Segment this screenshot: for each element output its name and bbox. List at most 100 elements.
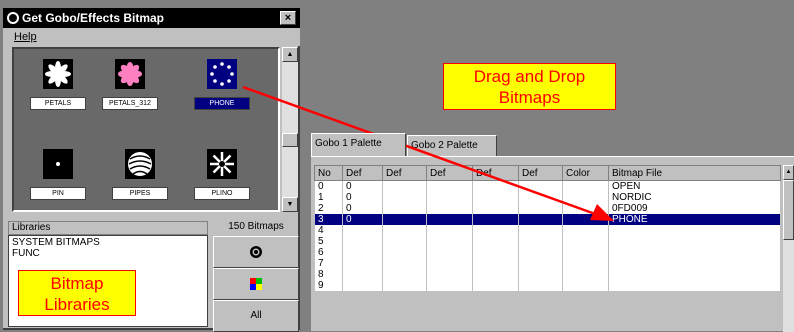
row-number-cell[interactable]: 4 [314,225,343,236]
def-cell[interactable] [472,258,519,269]
def-cell[interactable] [382,203,427,214]
def-cell[interactable] [562,269,609,280]
bitmap-file-cell[interactable]: OPEN [608,180,781,192]
window-titlebar[interactable]: Get Gobo/Effects Bitmap × [3,8,300,28]
bitmap-grid-scrollbar[interactable]: ▲ ▼ [282,47,298,212]
row-number-cell[interactable]: 8 [314,269,343,280]
def-cell[interactable] [562,258,609,269]
def-cell[interactable]: 0 [342,192,383,203]
row-number-cell[interactable]: 5 [314,236,343,247]
row-number-cell[interactable]: 6 [314,247,343,258]
library-item[interactable]: SYSTEM BITMAPS [12,237,204,248]
gobo-plino[interactable]: PLINO [192,149,252,203]
bitmap-file-cell[interactable]: NORDIC [608,192,781,203]
def-cell[interactable] [472,247,519,258]
def-cell[interactable] [426,180,473,192]
gobo-pipes[interactable]: PIPES [110,149,170,203]
def-cell[interactable] [342,225,383,236]
menu-help[interactable]: Help [3,28,300,46]
column-header[interactable]: Def [518,165,563,181]
library-item[interactable]: FUNC [12,248,204,259]
def-cell[interactable] [382,236,427,247]
column-header[interactable]: Def [382,165,427,181]
def-cell[interactable] [426,203,473,214]
def-cell[interactable] [342,258,383,269]
bitmap-file-cell[interactable]: 0FD009 [608,203,781,214]
def-cell[interactable] [518,247,563,258]
def-cell[interactable]: 0 [342,203,383,214]
def-cell[interactable] [342,280,383,291]
def-cell[interactable] [426,258,473,269]
gobo-petals-312[interactable]: PETALS_312 [100,59,160,113]
def-cell[interactable] [518,225,563,236]
scroll-thumb[interactable] [282,133,298,147]
def-cell[interactable] [426,225,473,236]
def-cell[interactable] [342,269,383,280]
def-cell[interactable] [518,269,563,280]
def-cell[interactable] [382,225,427,236]
close-button[interactable]: × [280,11,296,25]
def-cell[interactable] [562,180,609,192]
bitmap-file-cell[interactable]: PHONE [608,214,781,225]
def-cell[interactable] [562,203,609,214]
def-cell[interactable] [562,225,609,236]
bitmap-file-cell[interactable] [608,269,781,280]
gobo-pin[interactable]: PIN [28,149,88,203]
def-cell[interactable] [518,214,563,225]
bitmap-file-cell[interactable] [608,225,781,236]
def-cell[interactable]: 0 [342,214,383,225]
def-cell[interactable] [518,192,563,203]
def-cell[interactable] [426,247,473,258]
tab-gobo-1-palette[interactable]: Gobo 1 Palette [311,133,406,156]
color-filter-button[interactable] [213,268,299,300]
def-cell[interactable] [518,236,563,247]
scroll-up-icon[interactable]: ▲ [783,165,794,180]
table-scrollbar[interactable]: ▲ [783,165,794,332]
circle-gobo-button[interactable] [213,236,299,268]
def-cell[interactable] [562,192,609,203]
def-cell[interactable] [426,280,473,291]
def-cell[interactable] [562,280,609,291]
row-number-cell[interactable]: 7 [314,258,343,269]
def-cell[interactable] [382,280,427,291]
column-header[interactable]: No [314,165,343,181]
row-number-cell[interactable]: 3 [314,214,343,225]
def-cell[interactable] [426,236,473,247]
table-row[interactable]: 2 0 0FD009 [314,203,781,214]
def-cell[interactable] [472,214,519,225]
def-cell[interactable] [382,214,427,225]
def-cell[interactable] [382,269,427,280]
table-row[interactable]: 0 0 OPEN [314,180,781,192]
bitmap-file-cell[interactable] [608,247,781,258]
def-cell[interactable] [518,180,563,192]
def-cell[interactable] [382,180,427,192]
table-row[interactable]: 4 [314,225,781,236]
def-cell[interactable] [472,203,519,214]
row-number-cell[interactable]: 0 [314,180,343,192]
scroll-thumb[interactable] [783,180,794,240]
def-cell[interactable] [518,203,563,214]
table-row[interactable]: 6 [314,247,781,258]
column-header[interactable]: Def [426,165,473,181]
def-cell[interactable] [342,247,383,258]
def-cell[interactable] [426,192,473,203]
def-cell[interactable] [472,192,519,203]
def-cell[interactable] [382,258,427,269]
def-cell[interactable] [562,247,609,258]
column-header[interactable]: Def [472,165,519,181]
scroll-down-icon[interactable]: ▼ [282,197,298,212]
table-row[interactable]: 3 0 PHONE [314,214,781,225]
def-cell[interactable] [472,180,519,192]
table-row[interactable]: 5 [314,236,781,247]
all-button[interactable]: All [213,300,299,332]
row-number-cell[interactable]: 1 [314,192,343,203]
column-header[interactable]: Color [562,165,609,181]
bitmap-file-cell[interactable] [608,280,781,291]
def-cell[interactable] [472,280,519,291]
def-cell[interactable]: 0 [342,180,383,192]
gobo-phone[interactable]: PHONE [192,59,252,113]
column-header[interactable]: Bitmap File [608,165,781,181]
def-cell[interactable] [382,247,427,258]
row-number-cell[interactable]: 9 [314,280,343,291]
def-cell[interactable] [426,214,473,225]
